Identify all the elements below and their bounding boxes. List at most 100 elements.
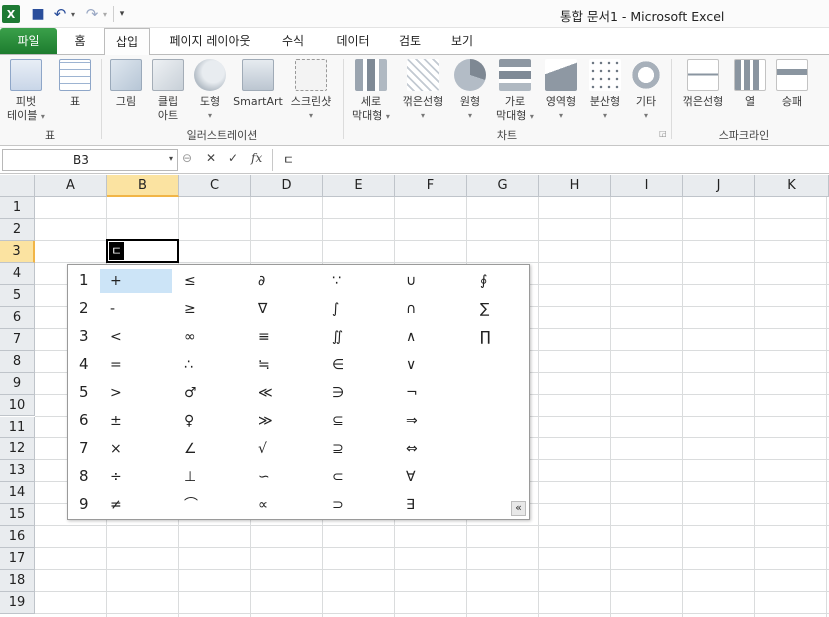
enter-icon[interactable]: ✓ — [228, 151, 238, 165]
symbol-candidate[interactable]: ∩ — [396, 297, 468, 321]
symbol-candidate[interactable]: = — [100, 353, 172, 377]
undo-dropdown-icon[interactable]: ▾ — [68, 5, 78, 23]
redo-icon[interactable]: ↷ — [83, 5, 101, 23]
symbol-candidate[interactable]: ∝ — [248, 493, 320, 517]
row-header-2[interactable]: 2 — [0, 218, 35, 241]
customize-qat-icon[interactable]: ▾ — [117, 5, 127, 23]
symbol-candidate[interactable]: ♂ — [174, 381, 246, 405]
active-cell-b3[interactable]: ㄷ — [106, 239, 179, 263]
row-header-4[interactable]: 4 — [0, 262, 35, 285]
column-header-j[interactable]: J — [683, 175, 755, 197]
tab-data[interactable]: 데이터 — [329, 28, 377, 54]
symbol-candidate[interactable]: ∞ — [174, 325, 246, 349]
symbol-candidate[interactable]: ∂ — [248, 269, 320, 293]
tab-formulas[interactable]: 수식 — [273, 28, 313, 54]
row-header-18[interactable]: 18 — [0, 570, 35, 593]
column-header-f[interactable]: F — [395, 175, 467, 197]
smartart-button[interactable]: SmartArt — [232, 59, 284, 109]
symbol-candidate[interactable]: ⊂ — [322, 465, 394, 489]
tab-home[interactable]: 홈 — [60, 28, 100, 54]
row-header-8[interactable]: 8 — [0, 350, 35, 373]
column-header-b[interactable]: B — [107, 175, 179, 197]
area-chart-button[interactable]: 영역형 ▾ — [540, 59, 582, 123]
symbol-candidate[interactable]: + — [100, 269, 172, 293]
insert-function-icon[interactable]: fx — [251, 151, 262, 165]
sparkline-column-button[interactable]: 열 — [732, 59, 768, 109]
clip-art-button[interactable]: 클립 아트 — [148, 59, 188, 123]
picture-button[interactable]: 그림 — [106, 59, 146, 109]
symbol-candidate[interactable]: ≠ — [100, 493, 172, 517]
tab-review[interactable]: 검토 — [390, 28, 430, 54]
column-header-e[interactable]: E — [323, 175, 395, 197]
row-header-10[interactable]: 10 — [0, 394, 35, 417]
symbol-candidate[interactable]: ≒ — [248, 353, 320, 377]
pivot-table-button[interactable]: 피벗 테이블 ▾ — [4, 59, 48, 124]
tab-view[interactable]: 보기 — [442, 28, 482, 54]
symbol-candidate[interactable]: ∀ — [396, 465, 468, 489]
symbol-candidate[interactable]: ∃ — [396, 493, 468, 517]
redo-dropdown-icon[interactable]: ▾ — [100, 5, 110, 23]
row-header-5[interactable]: 5 — [0, 284, 35, 307]
symbol-candidate[interactable]: ÷ — [100, 465, 172, 489]
symbol-candidate[interactable]: ⊥ — [174, 465, 246, 489]
row-header-1[interactable]: 1 — [0, 197, 35, 219]
symbol-candidate[interactable]: ∇ — [248, 297, 320, 321]
row-header-16[interactable]: 16 — [0, 526, 35, 549]
symbol-candidate[interactable]: ∮ — [470, 269, 542, 293]
bar-chart-button[interactable]: 가로 막대형 ▾ — [492, 59, 538, 124]
symbol-candidate[interactable]: ∋ — [322, 381, 394, 405]
symbol-candidate[interactable]: ∪ — [396, 269, 468, 293]
row-header-15[interactable]: 15 — [0, 504, 35, 527]
symbol-candidate[interactable]: ∬ — [322, 325, 394, 349]
symbol-candidate[interactable]: ≫ — [248, 409, 320, 433]
symbol-candidate[interactable]: ≤ — [174, 269, 246, 293]
column-header-c[interactable]: C — [179, 175, 251, 197]
row-header-9[interactable]: 9 — [0, 372, 35, 395]
symbol-candidate[interactable]: < — [100, 325, 172, 349]
symbol-candidate[interactable]: ¬ — [396, 381, 468, 405]
row-header-19[interactable]: 19 — [0, 592, 35, 615]
sparkline-winloss-button[interactable]: 승패 — [772, 59, 812, 109]
screenshot-button[interactable]: 스크린샷 ▾ — [286, 59, 336, 123]
row-header-7[interactable]: 7 — [0, 328, 35, 351]
table-button[interactable]: 표 — [56, 59, 94, 109]
symbol-candidate[interactable]: ∵ — [322, 269, 394, 293]
symbol-candidate[interactable]: ♀ — [174, 409, 246, 433]
scatter-chart-button[interactable]: 분산형 ▾ — [584, 59, 626, 123]
cancel-icon[interactable]: ✕ — [206, 151, 216, 165]
symbol-candidate[interactable]: ± — [100, 409, 172, 433]
column-chart-button[interactable]: 세로 막대형 ▾ — [346, 59, 396, 124]
row-header-6[interactable]: 6 — [0, 306, 35, 329]
symbol-candidate[interactable]: ∠ — [174, 437, 246, 461]
symbol-candidate[interactable]: ∑ — [470, 297, 542, 321]
line-chart-button[interactable]: 꺾은선형 ▾ — [398, 59, 448, 123]
symbol-candidate[interactable]: ∴ — [174, 353, 246, 377]
column-header-d[interactable]: D — [251, 175, 323, 197]
symbol-candidate[interactable]: ∏ — [470, 325, 542, 349]
symbol-candidate[interactable]: > — [100, 381, 172, 405]
row-header-11[interactable]: 11 — [0, 416, 35, 439]
symbol-candidate[interactable]: ∨ — [396, 353, 468, 377]
row-header-12[interactable]: 12 — [0, 438, 35, 461]
select-all-corner[interactable] — [0, 175, 35, 197]
tab-page-layout[interactable]: 페이지 레이아웃 — [158, 28, 262, 54]
tab-insert[interactable]: 삽입 — [104, 28, 150, 55]
save-icon[interactable]: ■ — [29, 5, 47, 23]
formula-input[interactable]: ㄷ — [272, 149, 829, 171]
name-box-dropdown-icon[interactable]: ▾ — [169, 154, 173, 163]
symbol-candidate[interactable]: ∈ — [322, 353, 394, 377]
row-header-13[interactable]: 13 — [0, 460, 35, 483]
column-header-a[interactable]: A — [35, 175, 107, 197]
symbol-candidate[interactable]: × — [100, 437, 172, 461]
row-header-14[interactable]: 14 — [0, 482, 35, 505]
shapes-button[interactable]: 도형 ▾ — [190, 59, 230, 123]
symbol-candidate[interactable]: ≪ — [248, 381, 320, 405]
row-header-3[interactable]: 3 — [0, 240, 35, 263]
excel-logo-icon[interactable]: X — [2, 5, 20, 23]
name-box[interactable]: B3 ▾ — [2, 149, 178, 171]
row-header-17[interactable]: 17 — [0, 548, 35, 571]
column-header-k[interactable]: K — [755, 175, 829, 197]
symbol-candidate[interactable]: ⇔ — [396, 437, 468, 461]
undo-icon[interactable]: ↶ — [51, 5, 69, 23]
column-header-h[interactable]: H — [539, 175, 611, 197]
